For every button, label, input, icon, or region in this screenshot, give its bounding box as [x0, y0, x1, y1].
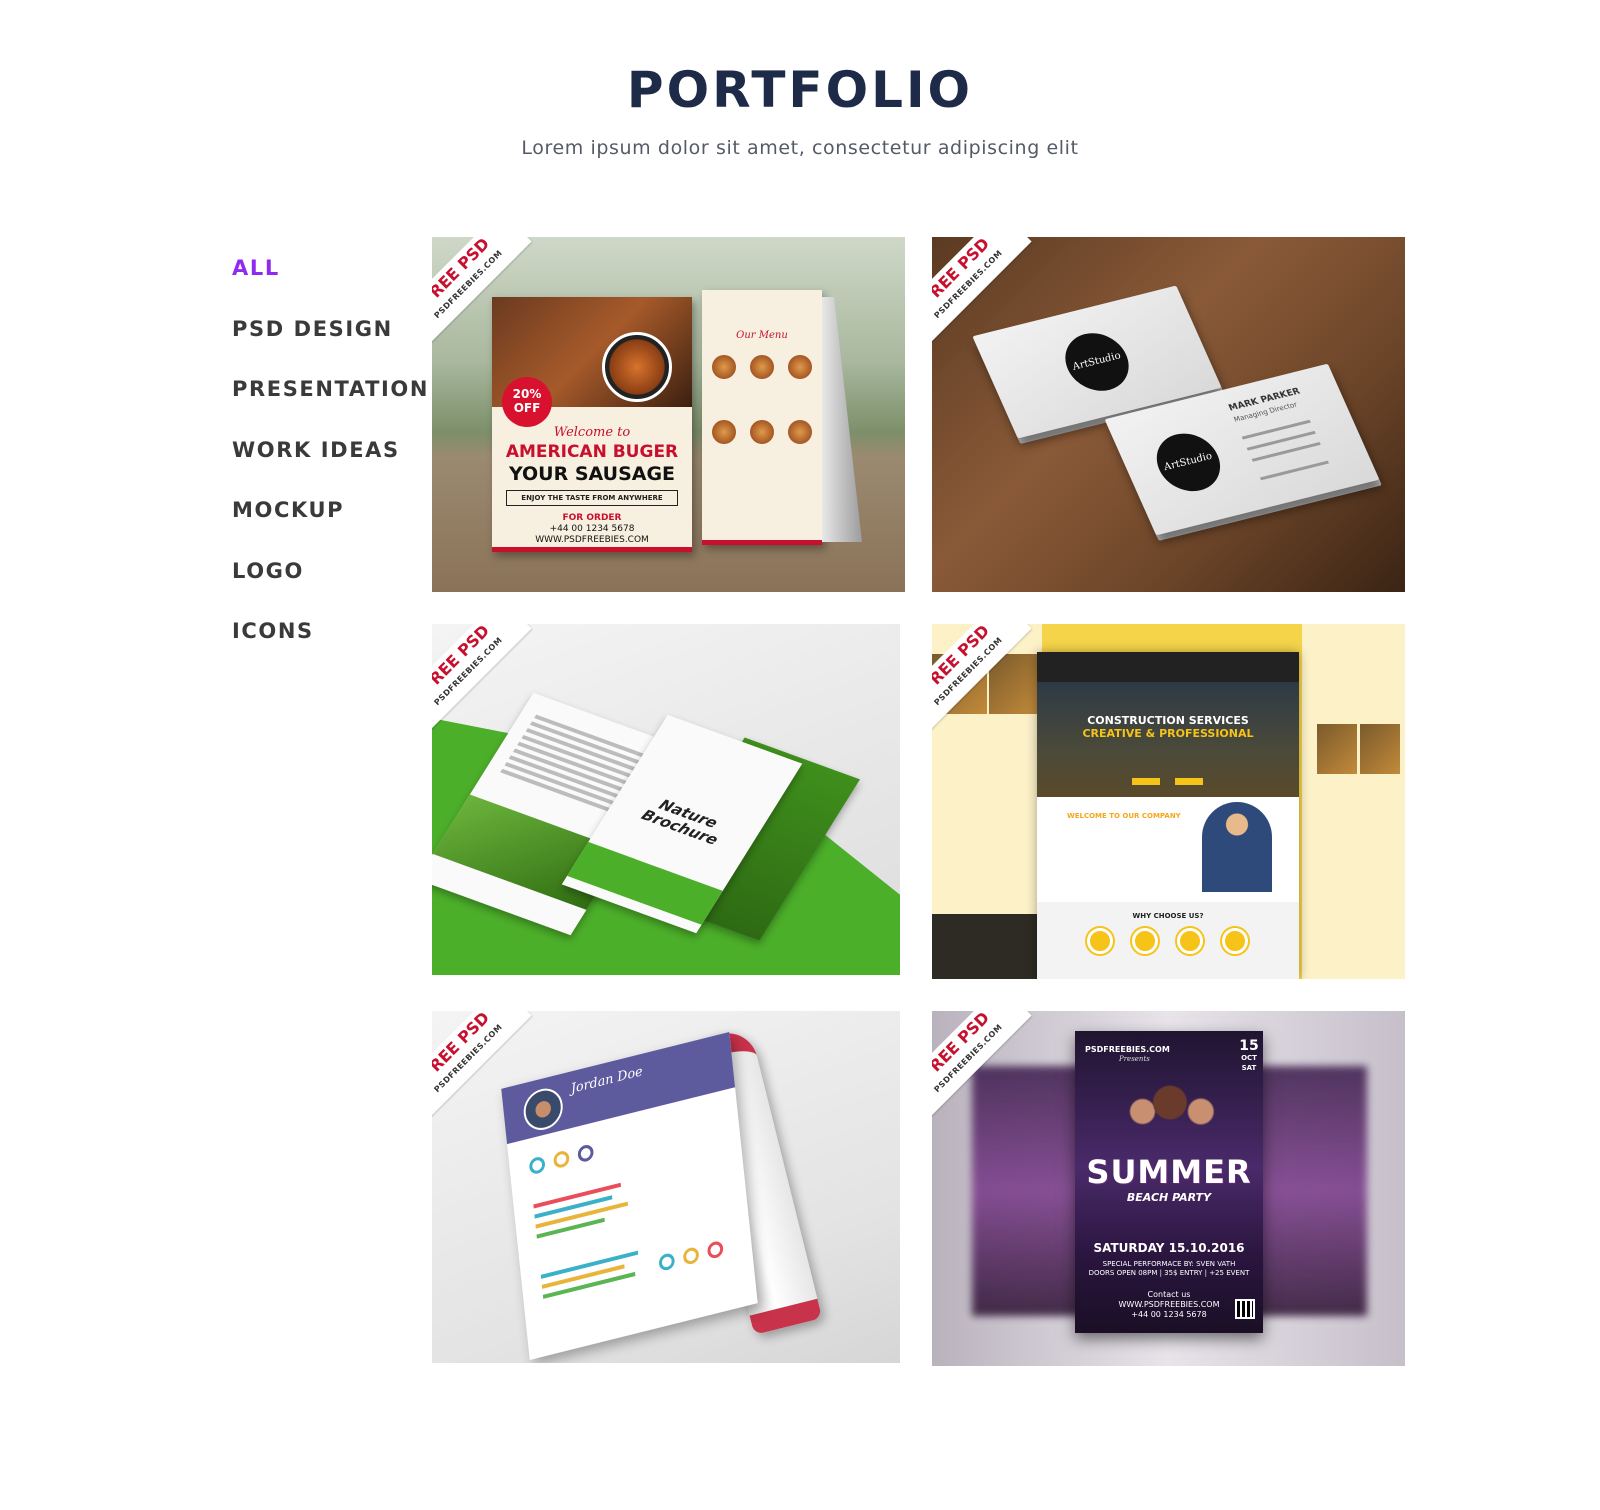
worker-photo	[1202, 802, 1272, 892]
filter-psd-design[interactable]: PSD DESIGN	[232, 311, 422, 372]
menu-dish	[712, 420, 736, 444]
page-title: PORTFOLIO	[626, 61, 974, 119]
menu-order-info: FOR ORDER +44 00 1234 5678 WWW.PSDFREEBI…	[492, 513, 692, 546]
website-hero: CONSTRUCTION SERVICES CREATIVE & PROFESS…	[1037, 682, 1299, 797]
website-nav	[1037, 652, 1299, 682]
menu-dish	[750, 355, 774, 379]
award-circle	[658, 1251, 676, 1272]
skill-circle	[577, 1143, 595, 1164]
page-subtitle: Lorem ipsum dolor sit amet, consectetur …	[521, 137, 1079, 159]
flyer-date-line: SATURDAY 15.10.2016	[1093, 1241, 1245, 1255]
artstudio-logo: ArtStudio	[1146, 427, 1230, 498]
portfolio-item-construction-website[interactable]: FREE PSD PSDFREEBIES.COM CONSTRUCTION SE…	[932, 624, 1405, 979]
card-contact-line	[1259, 460, 1330, 481]
menu-dish	[712, 355, 736, 379]
menu-card-back: Our Menu	[702, 290, 822, 545]
portfolio-filter-nav: ALL PSD DESIGN PRESENTATION WORK IDEAS M…	[232, 250, 427, 674]
menu-dish	[750, 420, 774, 444]
welcome-heading: WELCOME TO OUR COMPANY	[1067, 812, 1181, 820]
why-heading: WHY CHOOSE US?	[1132, 912, 1204, 920]
portfolio-header: PORTFOLIO Lorem ipsum dolor sit amet, co…	[0, 55, 1600, 159]
party-flyer: PSDFREEBIES.COM Presents 15 OCT SAT SUMM…	[1075, 1031, 1263, 1333]
filter-work-ideas[interactable]: WORK IDEAS	[232, 432, 422, 493]
brochure-title: Nature Brochure	[638, 796, 722, 849]
hero-button	[1132, 778, 1160, 785]
feature-icon	[1087, 928, 1113, 954]
website-main-preview: CONSTRUCTION SERVICES CREATIVE & PROFESS…	[1037, 652, 1299, 979]
flyer-day: 15	[1239, 1038, 1259, 1054]
filter-all[interactable]: ALL	[232, 250, 422, 311]
order-site: WWW.PSDFREEBIES.COM	[535, 535, 649, 545]
feature-icon	[1177, 928, 1203, 954]
menu-welcome: Welcome to	[553, 425, 631, 440]
flyer-title: SUMMER	[1086, 1153, 1252, 1191]
award-circle	[706, 1239, 724, 1260]
hero-button	[1175, 778, 1203, 785]
plate-photo	[602, 332, 672, 402]
portfolio-item-trifold-brochure[interactable]: FREE PSD PSDFREEBIES.COM Nature Brochure	[432, 624, 900, 975]
tent-side	[822, 297, 862, 542]
flyer-perf-line-2: DOORS OPEN 08PM | 35$ ENTRY | +25 EVENT	[1088, 1269, 1250, 1277]
flyer-presents: Presents	[1119, 1055, 1150, 1063]
order-label: FOR ORDER	[562, 513, 622, 523]
menu-dish	[788, 420, 812, 444]
menu-headline-2: YOUR SAUSAGE	[508, 463, 676, 485]
flyer-month: OCT	[1241, 1054, 1257, 1062]
order-phone: +44 00 1234 5678	[549, 524, 635, 534]
menu-list-title: Our Menu	[736, 330, 788, 341]
menu-tagline: ENJOY THE TASTE FROM ANYWHERE	[506, 490, 678, 506]
flyer-weekday: SAT	[1241, 1064, 1257, 1072]
building-photo	[1317, 724, 1357, 774]
qr-code-icon	[1235, 1299, 1255, 1319]
resume-sheet: Jordan Doe	[501, 1031, 758, 1361]
building-photo	[1360, 724, 1400, 774]
feature-icon	[1222, 928, 1248, 954]
hero-line-2: CREATIVE & PROFESSIONAL	[1082, 727, 1254, 740]
website-right-preview	[1302, 624, 1405, 979]
flyer-phone: +44 00 1234 5678	[1131, 1310, 1207, 1319]
portfolio-item-resume[interactable]: FREE PSD PSDFREEBIES.COM Jordan Doe	[432, 1011, 900, 1363]
filter-logo[interactable]: LOGO	[232, 553, 422, 614]
filter-icons[interactable]: ICONS	[232, 613, 422, 674]
flyer-performance: SPECIAL PERFORMACE BY: SVEN VATH DOORS O…	[1075, 1260, 1263, 1278]
flyer-photo	[1115, 1071, 1225, 1161]
flyer-site: WWW.PSDFREEBIES.COM	[1118, 1300, 1220, 1309]
flyer-brand: PSDFREEBIES.COM	[1085, 1045, 1170, 1054]
filter-mockup[interactable]: MOCKUP	[232, 492, 422, 553]
menu-dish	[788, 355, 812, 379]
portfolio-item-summer-party-flyer[interactable]: FREE PSD PSDFREEBIES.COM PSDFREEBIES.COM…	[932, 1011, 1405, 1366]
skill-circle	[552, 1149, 571, 1170]
flyer-perf-line-1: SPECIAL PERFORMACE BY: SVEN VATH	[1102, 1260, 1236, 1268]
filter-presentation[interactable]: PRESENTATION	[232, 371, 427, 432]
menu-headline-1: AMERICAN BUGER	[505, 442, 679, 462]
award-circle	[682, 1245, 700, 1266]
portfolio-item-business-card[interactable]: FREE PSD PSDFREEBIES.COM ArtStudio ArtSt…	[932, 237, 1405, 592]
flyer-contact-label: Contact us	[1147, 1290, 1191, 1299]
feature-icon	[1132, 928, 1158, 954]
artstudio-logo: ArtStudio	[1055, 326, 1139, 398]
website-footer	[932, 914, 1042, 979]
flyer-date-badge: 15 OCT SAT	[1237, 1039, 1261, 1073]
flyer-subtitle: BEACH PARTY	[1126, 1191, 1212, 1204]
why-section: WHY CHOOSE US?	[1037, 902, 1299, 979]
hero-line-1: CONSTRUCTION SERVICES	[1087, 714, 1249, 727]
portfolio-item-table-tent-menu[interactable]: FREE PSD PSDFREEBIES.COM 20% OFF Welcome…	[432, 237, 905, 592]
menu-card-front: 20% OFF Welcome to AMERICAN BUGER YOUR S…	[492, 297, 692, 552]
discount-badge: 20% OFF	[502, 377, 552, 427]
skill-circle	[528, 1155, 546, 1176]
